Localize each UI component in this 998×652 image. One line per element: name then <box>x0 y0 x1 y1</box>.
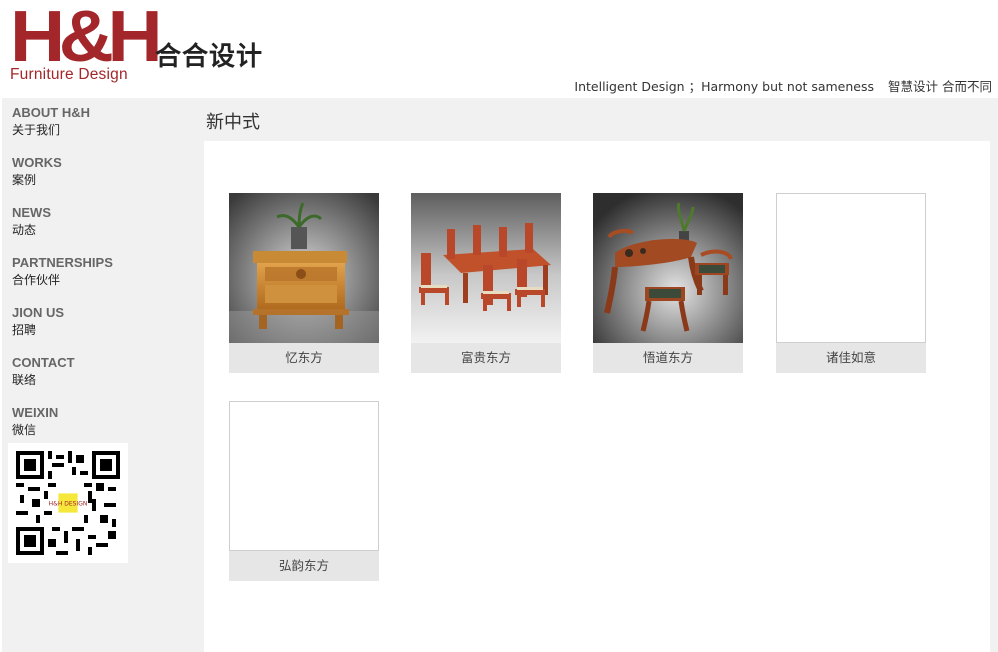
page-title: 新中式 <box>206 112 260 133</box>
product-caption[interactable]: 富贵东方 <box>411 343 561 373</box>
sidebar-item-works[interactable]: WORKS 案例 <box>12 155 62 189</box>
sidebar-item-label-cn: 微信 <box>12 423 37 437</box>
sidebar-nav: ABOUT H&H 关于我们 WORKS 案例 NEWS 动态 PARTNERS… <box>2 98 202 652</box>
weixin-qr-code: H&H DESIGN <box>8 443 128 563</box>
product-card[interactable]: 悟道东方 <box>593 193 743 373</box>
product-caption[interactable]: 诸佳如意 <box>776 343 926 373</box>
logo-subtitle: Furniture Design <box>10 66 128 83</box>
slogan-cn: 智慧设计 合而不同 <box>888 79 992 94</box>
sidebar-item-label-cn: 动态 <box>12 223 37 237</box>
sidebar-item-join-us[interactable]: JION US 招聘 <box>12 305 64 339</box>
sidebar-item-label-cn: 联络 <box>12 373 37 387</box>
product-card[interactable]: 弘韵东方 <box>229 401 379 581</box>
cabinet-image <box>229 193 379 343</box>
sidebar-item-partnerships[interactable]: PARTNERSHIPS 合作伙伴 <box>12 255 113 289</box>
site-header: H&H Furniture Design 合合设计 Intelligent De… <box>0 0 998 98</box>
sidebar-item-label-cn: 案例 <box>12 173 37 187</box>
sidebar-item-weixin[interactable]: WEIXIN 微信 <box>12 405 58 439</box>
sidebar-item-contact[interactable]: CONTACT 联络 <box>12 355 75 389</box>
sidebar-item-news[interactable]: NEWS 动态 <box>12 205 51 239</box>
sidebar-item-label-en: NEWS <box>12 205 51 220</box>
product-image-placeholder[interactable] <box>229 401 379 551</box>
product-caption[interactable]: 悟道东方 <box>593 343 743 373</box>
product-grid: 忆东方 富贵东方 悟道东方 诸佳如意 弘韵东方 <box>204 141 990 652</box>
product-image[interactable] <box>593 193 743 343</box>
slogan-en: Intelligent Design ；Harmony but not same… <box>574 79 875 94</box>
product-card[interactable]: 富贵东方 <box>411 193 561 373</box>
sidebar-item-label-en: CONTACT <box>12 355 75 370</box>
qr-code-icon: H&H DESIGN <box>16 451 120 555</box>
product-card[interactable]: 忆东方 <box>229 193 379 373</box>
dining-set-image <box>411 193 561 343</box>
product-card[interactable]: 诸佳如意 <box>776 193 926 373</box>
sidebar-item-label-en: WORKS <box>12 155 62 170</box>
sidebar-item-label-en: PARTNERSHIPS <box>12 255 113 270</box>
sidebar-item-label-en: JION US <box>12 305 65 320</box>
product-caption[interactable]: 忆东方 <box>229 343 379 373</box>
sidebar-item-label-en: ABOUT H&H <box>12 105 90 120</box>
qr-badge: H&H DESIGN <box>49 500 88 507</box>
product-caption[interactable]: 弘韵东方 <box>229 551 379 581</box>
product-image[interactable] <box>411 193 561 343</box>
sidebar-item-about[interactable]: ABOUT H&H 关于我们 <box>12 105 90 139</box>
slogan: Intelligent Design ；Harmony but not same… <box>574 76 992 95</box>
tea-set-image <box>593 193 743 343</box>
product-image-placeholder[interactable] <box>776 193 926 343</box>
sidebar-item-label-cn: 招聘 <box>12 323 37 337</box>
product-image[interactable] <box>229 193 379 343</box>
brand-name-cn: 合合设计 <box>155 42 264 72</box>
site-logo[interactable]: H&H Furniture Design <box>10 1 163 84</box>
logo-mark: H&H <box>10 0 163 77</box>
sidebar-item-label-en: WEIXIN <box>12 405 59 420</box>
sidebar-item-label-cn: 合作伙伴 <box>12 273 61 287</box>
sidebar-item-label-cn: 关于我们 <box>12 123 61 137</box>
